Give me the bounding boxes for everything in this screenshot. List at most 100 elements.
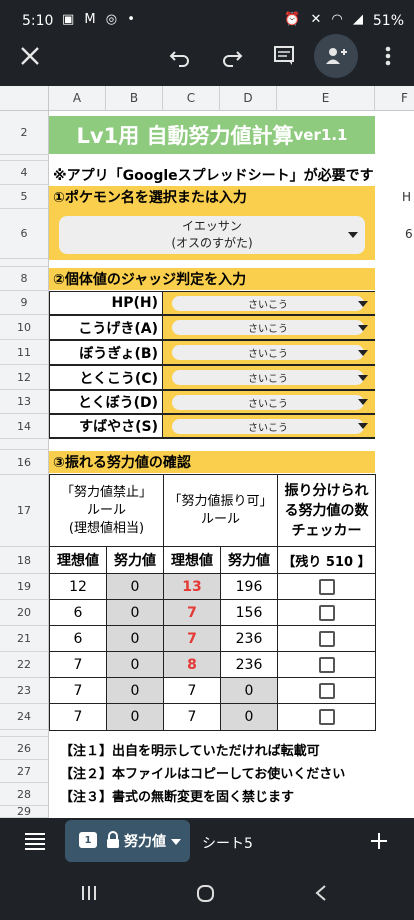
row-header-23[interactable]: 23 — [0, 678, 49, 704]
row-header-29[interactable]: 29 — [0, 805, 49, 818]
iv-label-spa[interactable]: とくこう(C) — [50, 366, 162, 390]
home-icon[interactable] — [196, 884, 215, 903]
comment-icon[interactable] — [262, 34, 306, 78]
rule-forbidden-header[interactable]: 「努力値禁止」 ルール (理想値相当) — [50, 475, 164, 547]
undo-icon[interactable] — [158, 34, 202, 78]
table-cell[interactable]: 7 — [164, 704, 221, 731]
row-header-20[interactable]: 20 — [0, 600, 49, 626]
checkbox-icon[interactable] — [318, 656, 335, 673]
column-header-f[interactable]: F — [375, 86, 414, 111]
checker-checkbox[interactable] — [278, 652, 376, 678]
iv-label-spd[interactable]: とくぼう(D) — [50, 391, 162, 414]
checkbox-icon[interactable] — [318, 604, 335, 621]
col-ev-d[interactable]: 努力値 — [221, 547, 278, 574]
column-header-c[interactable]: C — [163, 86, 220, 111]
table-cell[interactable]: 196 — [221, 574, 278, 600]
back-icon[interactable] — [314, 884, 328, 902]
footnote-1[interactable]: 【注１】出自を明示していただければ転載可 — [60, 740, 320, 759]
iv-judge-spd[interactable]: さいこう — [163, 391, 375, 414]
row-header-10[interactable]: 10 — [0, 315, 49, 340]
tab-sheet5[interactable]: シート5 — [202, 833, 253, 853]
add-sheet-icon[interactable] — [370, 832, 388, 850]
table-cell[interactable]: 156 — [221, 600, 278, 626]
row-header-19[interactable]: 19 — [0, 574, 49, 600]
row-header-4[interactable]: 4 — [0, 161, 49, 185]
table-cell[interactable]: 0 — [107, 704, 164, 731]
row-header-7[interactable] — [0, 259, 49, 267]
iv-judge-hp[interactable]: さいこう — [163, 292, 375, 315]
table-cell[interactable]: 0 — [221, 678, 278, 704]
table-cell[interactable]: 12 — [50, 574, 107, 600]
row-header-8[interactable]: 8 — [0, 267, 49, 291]
column-header-b[interactable]: B — [106, 86, 163, 111]
row-header-28[interactable]: 28 — [0, 783, 49, 806]
add-person-button[interactable] — [314, 34, 358, 78]
checkbox-icon[interactable] — [318, 709, 335, 725]
checker-checkbox[interactable] — [278, 626, 376, 652]
row-header-22[interactable]: 22 — [0, 652, 49, 678]
rule-allowed-header[interactable]: 「努力値振り可」 ルール — [164, 475, 278, 547]
iv-label-hp[interactable]: HP(H) — [50, 292, 162, 315]
table-cell[interactable]: 7 — [164, 600, 221, 626]
remaining-ev[interactable]: 【残り 510 】 — [278, 547, 376, 574]
row-header-2[interactable]: 2 — [0, 111, 49, 155]
tab-active-sheet[interactable]: 1 努力値 — [65, 820, 190, 862]
row-header-24[interactable]: 24 — [0, 704, 49, 730]
iv-label-def[interactable]: ぼうぎょ(B) — [50, 341, 162, 365]
table-cell[interactable]: 0 — [107, 652, 164, 678]
checkbox-icon[interactable] — [318, 630, 335, 647]
col-ideal-c[interactable]: 理想値 — [164, 547, 221, 574]
column-header-e[interactable]: E — [277, 86, 375, 111]
row-header-12[interactable]: 12 — [0, 365, 49, 390]
row-header-9[interactable]: 9 — [0, 291, 49, 315]
row-header-16[interactable]: 16 — [0, 450, 49, 475]
col-ideal-a[interactable]: 理想値 — [50, 547, 107, 574]
row-header-14[interactable]: 14 — [0, 414, 49, 439]
overflow-cell-h[interactable]: H — [402, 190, 411, 204]
table-cell[interactable]: 0 — [107, 600, 164, 626]
table-cell[interactable]: 7 — [50, 652, 107, 678]
requirement-note[interactable]: ※アプリ「Googleスプレッドシート」が必要です — [53, 165, 374, 185]
row-header-27[interactable]: 27 — [0, 760, 49, 783]
checker-checkbox[interactable] — [278, 574, 376, 600]
row-header-25[interactable] — [0, 730, 49, 737]
select-all-corner[interactable] — [0, 86, 49, 111]
chevron-down-icon[interactable] — [171, 839, 181, 845]
table-cell[interactable]: 7 — [50, 678, 107, 704]
table-cell[interactable]: 8 — [164, 652, 221, 678]
checker-header[interactable]: 振り分けられ る努力値の数 チェッカー — [278, 475, 376, 547]
table-cell[interactable]: 7 — [164, 678, 221, 704]
more-options-icon[interactable] — [366, 34, 410, 78]
section-iv-header[interactable]: ②個体値のジャッジ判定を入力 — [49, 268, 375, 290]
section-ev-header[interactable]: ③振れる努力値の確認 — [49, 451, 375, 473]
iv-judge-atk[interactable]: さいこう — [163, 316, 375, 340]
table-cell[interactable]: 6 — [50, 600, 107, 626]
row-header-26[interactable]: 26 — [0, 737, 49, 760]
all-sheets-menu-icon[interactable] — [24, 832, 46, 850]
section-pokemon-header[interactable]: ①ポケモン名を選択または入力 — [49, 186, 375, 208]
row-header-13[interactable]: 13 — [0, 390, 49, 414]
footnote-2[interactable]: 【注２】本ファイルはコピーしてお使いください — [60, 763, 345, 782]
footnote-3[interactable]: 【注３】書式の無断変更を固く禁じます — [60, 786, 294, 805]
overflow-cell-6[interactable]: 6 — [405, 227, 413, 241]
table-cell[interactable]: 13 — [164, 574, 221, 600]
checker-checkbox[interactable] — [278, 678, 376, 704]
checkbox-icon[interactable] — [318, 682, 335, 699]
table-cell[interactable]: 236 — [221, 652, 278, 678]
checker-checkbox[interactable] — [278, 704, 376, 731]
redo-icon[interactable] — [210, 34, 254, 78]
table-cell[interactable]: 0 — [107, 574, 164, 600]
table-cell[interactable]: 7 — [164, 626, 221, 652]
spreadsheet-grid[interactable]: A B C D E F 2 4 5 6 8 9 10 11 12 13 14 1… — [0, 86, 414, 818]
table-cell[interactable]: 0 — [107, 678, 164, 704]
row-header-17[interactable]: 17 — [0, 475, 49, 547]
col-ev-b[interactable]: 努力値 — [107, 547, 164, 574]
row-header-18[interactable]: 18 — [0, 547, 49, 574]
column-header-d[interactable]: D — [220, 86, 277, 111]
checkbox-icon[interactable] — [318, 578, 335, 595]
iv-judge-def[interactable]: さいこう — [163, 341, 375, 365]
table-cell[interactable]: 6 — [50, 626, 107, 652]
table-cell[interactable]: 236 — [221, 626, 278, 652]
recent-apps-icon[interactable] — [80, 884, 98, 902]
table-cell[interactable]: 0 — [107, 626, 164, 652]
